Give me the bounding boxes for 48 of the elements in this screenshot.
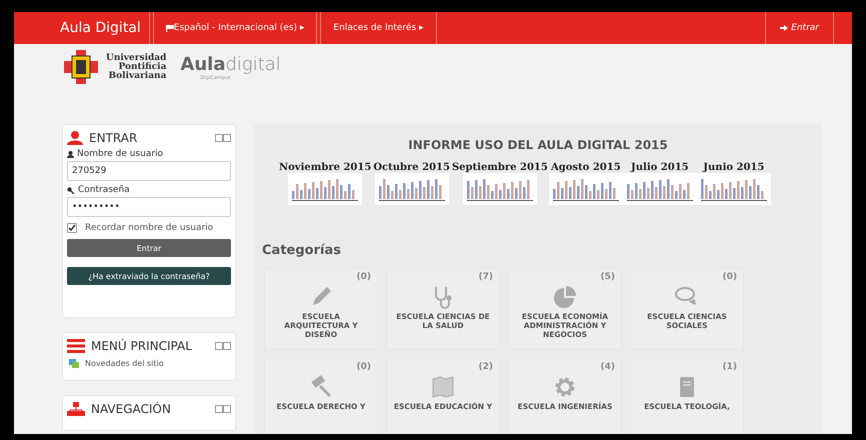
username-field[interactable]: 270529 <box>67 161 231 181</box>
flag-icon <box>166 24 174 32</box>
product-logo-text: Auladigital <box>180 54 281 74</box>
month-link[interactable]: Agosto 2015 <box>550 162 622 173</box>
university-crest-icon <box>64 50 98 84</box>
course-count: (0) <box>356 362 371 372</box>
month-link[interactable]: Julio 2015 <box>630 162 690 173</box>
field-label: Nombre de usuario <box>77 149 164 159</box>
user-icon <box>67 131 83 145</box>
menu-icon <box>67 339 85 353</box>
checkbox-label: Recordar nombre de usuario <box>85 223 214 233</box>
checkbox[interactable] <box>67 223 77 233</box>
dock-icon <box>215 342 231 350</box>
month-link[interactable]: Noviembre 2015 <box>278 162 372 173</box>
password-field[interactable]: ••••••••• <box>67 197 231 217</box>
university-name-line: Universidad <box>106 54 166 62</box>
field-label: Contraseña <box>78 185 130 195</box>
university-name-line: Bolivariana <box>108 72 166 80</box>
university-name-line: Pontificia <box>118 62 166 72</box>
dock-icon <box>215 405 231 413</box>
report-title: INFORME USO DEL AULA DIGITAL 2015 <box>407 138 669 152</box>
course-count: (0) <box>722 272 737 282</box>
user-icon <box>67 150 74 158</box>
gear-icon <box>553 375 577 399</box>
month-link[interactable]: Septiembre 2015 <box>450 162 549 173</box>
course-count: (1) <box>722 362 737 372</box>
section-heading: Categorías <box>262 243 342 258</box>
sign-in-icon <box>780 24 788 32</box>
month-link[interactable]: Octubre 2015 <box>372 162 451 173</box>
sitemap-icon <box>67 402 85 416</box>
login-button[interactable]: Entrar <box>67 239 231 257</box>
menu-item-link[interactable]: Novedades del sitio <box>85 359 164 368</box>
forgot-password-button[interactable]: ¿Ha extraviado la contraseña? <box>67 267 231 285</box>
map-icon <box>431 375 455 399</box>
block-title: MENÚ PRINCIPAL <box>91 339 193 353</box>
course-count: (0) <box>356 272 371 282</box>
gavel-icon <box>309 375 333 399</box>
course-count: (7) <box>478 272 493 282</box>
block-title: ENTRAR <box>89 131 138 145</box>
key-icon <box>67 186 75 194</box>
course-count: (2) <box>478 362 493 372</box>
block-title: NAVEGACIÓN <box>91 402 172 416</box>
month-link[interactable]: Junio 2015 <box>702 162 766 173</box>
news-icon <box>69 359 79 368</box>
course-count: (5) <box>600 272 615 282</box>
dock-icon <box>215 134 231 142</box>
pie-chart-icon <box>553 285 577 309</box>
course-count: (4) <box>600 362 615 372</box>
